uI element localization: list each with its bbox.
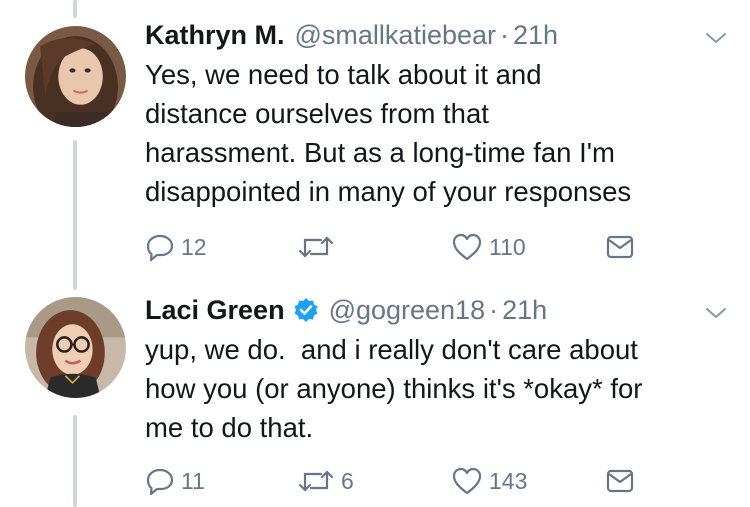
avatar[interactable] (25, 297, 126, 398)
reply-button[interactable]: 12 (145, 231, 207, 263)
reply-icon (146, 468, 174, 496)
tweet-header: Kathryn M. @smallkatiebear · 21h (145, 18, 558, 52)
verified-badge-icon (293, 297, 319, 323)
like-button[interactable]: 143 (451, 465, 527, 497)
tweet-laci[interactable]: Laci Green @gogreen18 · 21h yup, we do. … (0, 285, 750, 507)
dm-button[interactable] (605, 465, 635, 497)
separator-dot: · (500, 19, 510, 50)
like-icon (452, 467, 482, 495)
chevron-down-icon[interactable] (704, 26, 728, 50)
tweet-kathryn[interactable]: Kathryn M. @smallkatiebear · 21h Yes, we… (0, 0, 750, 285)
tweet-text: yup, we do. and i really don't care abou… (145, 334, 643, 443)
tweet-actions: 11 6 143 (145, 465, 645, 497)
chevron-down-icon[interactable] (704, 301, 728, 325)
avatar[interactable] (25, 26, 126, 127)
reply-count: 12 (181, 233, 207, 260)
avatar-kathryn-image (25, 26, 126, 127)
dm-icon (606, 235, 634, 259)
like-count: 143 (489, 467, 528, 494)
like-button[interactable]: 110 (451, 231, 526, 263)
retweet-button[interactable]: 6 (297, 465, 354, 497)
tweet-actions: 12 110 (145, 231, 645, 263)
author-handle[interactable]: @gogreen18 (329, 295, 486, 326)
timestamp[interactable]: 21h (513, 20, 558, 51)
like-count: 110 (489, 233, 526, 260)
author-handle[interactable]: @smallkatiebear (295, 20, 497, 51)
timestamp[interactable]: 21h (502, 295, 547, 326)
tweet-text: Yes, we need to talk about it and distan… (145, 59, 632, 207)
retweet-button[interactable] (297, 231, 341, 263)
tweet-header: Laci Green @gogreen18 · 21h (145, 293, 547, 327)
like-icon (452, 233, 482, 261)
reply-button[interactable]: 11 (145, 465, 205, 497)
author-name[interactable]: Kathryn M. (145, 20, 285, 51)
retweet-count: 6 (341, 467, 354, 494)
dm-button[interactable] (605, 231, 635, 263)
separator-dot: · (489, 294, 499, 325)
retweet-icon (298, 236, 334, 258)
reply-icon (146, 234, 174, 262)
author-name[interactable]: Laci Green (145, 295, 285, 326)
avatar-laci-image (25, 297, 126, 398)
retweet-icon (298, 470, 334, 492)
reply-count: 11 (181, 467, 205, 494)
dm-icon (606, 469, 634, 493)
